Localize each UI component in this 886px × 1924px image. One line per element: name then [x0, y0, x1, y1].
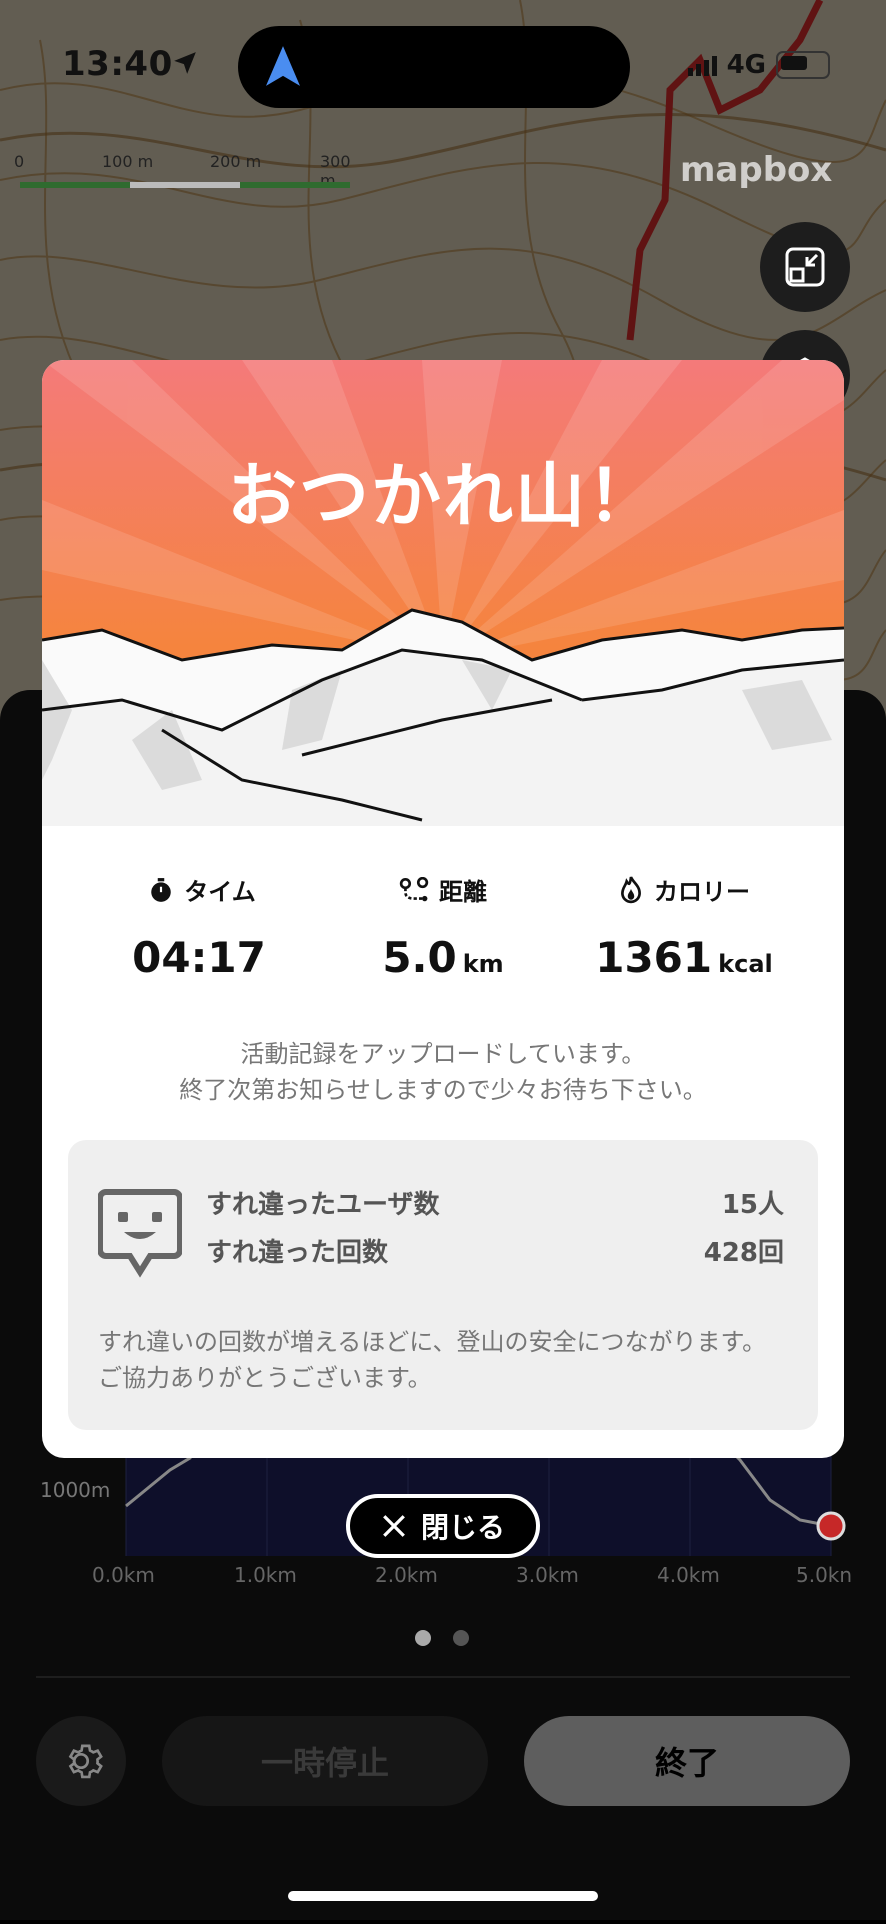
passby-count-label: すれ違った回数	[206, 1238, 389, 1268]
stat-label: タイム	[184, 878, 256, 906]
route-icon	[399, 876, 429, 901]
network-label: 4G	[726, 50, 766, 80]
status-bar: 13:40 4G	[0, 0, 886, 130]
passby-users-value: 15人	[721, 1190, 784, 1220]
modal-title: おつかれ山！	[227, 455, 659, 537]
mapbox-logo: mapbox	[680, 150, 833, 190]
pause-button[interactable]: 一時停止	[162, 1716, 488, 1806]
signal-icon	[687, 54, 717, 76]
end-button[interactable]: 終了	[524, 1716, 850, 1806]
status-indicators: 4G	[687, 50, 830, 80]
upload-message-line: 終了次第お知らせしますので少々お待ち下さい。	[179, 1076, 707, 1104]
completion-modal: おつかれ山！ タイム 04:17 距離 5.0 km カロリー 1361 kca…	[42, 360, 844, 1458]
passby-note: すれ違いの回数が増えるほどに、登山の安全につながります。ご協力ありがとうございま…	[98, 1328, 767, 1392]
close-button[interactable]: 閉じる	[346, 1494, 540, 1558]
scale-label: 0	[14, 152, 25, 171]
elevation-x-tick: 4.0km	[657, 1563, 720, 1587]
stat-value: 5.0	[382, 933, 457, 982]
settings-button[interactable]	[36, 1716, 126, 1806]
close-icon	[383, 1515, 405, 1537]
elevation-y-label: 1000m	[40, 1478, 111, 1502]
passby-face-icon	[98, 1189, 182, 1278]
page-dot[interactable]	[453, 1630, 469, 1646]
stat-unit: kcal	[718, 950, 773, 978]
stat-distance: 距離 5.0 km	[313, 872, 573, 982]
dynamic-island	[238, 26, 630, 108]
scale-label: 200 m	[210, 152, 262, 171]
stat-time: タイム 04:17	[72, 872, 332, 982]
page-dot-active[interactable]	[415, 1630, 431, 1646]
status-time: 13:40	[62, 44, 173, 84]
stat-value: 04:17	[132, 933, 266, 982]
scale-bar	[20, 182, 350, 188]
stopwatch-icon	[151, 877, 171, 902]
stat-calories: カロリー 1361 kcal	[554, 872, 814, 982]
current-position-marker	[816, 1511, 846, 1541]
collapse-icon	[785, 247, 825, 287]
hero-illustration	[42, 360, 844, 826]
battery-icon	[776, 51, 830, 79]
page-indicator[interactable]	[415, 1630, 469, 1646]
flame-icon	[621, 875, 641, 903]
location-arrow-icon	[174, 52, 196, 74]
scale-label: 100 m	[102, 152, 154, 171]
stat-unit: km	[462, 950, 504, 978]
upload-message: 活動記録をアップロードしています。 終了次第お知らせしますので少々お待ち下さい。	[42, 1036, 844, 1108]
passby-card: すれ違ったユーザ数 15人 すれ違った回数 428回 すれ違いの回数が増えるほど…	[68, 1140, 818, 1430]
upload-message-line: 活動記録をアップロードしています。	[240, 1040, 646, 1068]
passby-users-label: すれ違ったユーザ数	[206, 1190, 440, 1220]
passby-count-value: 428回	[703, 1238, 784, 1268]
stat-label: 距離	[439, 878, 487, 906]
activity-stats: タイム 04:17 距離 5.0 km カロリー 1361 kcal	[42, 872, 844, 992]
elevation-x-tick: 0.0km	[92, 1563, 155, 1587]
close-button-label: 閉じる	[420, 1511, 505, 1544]
elevation-x-tick: 1.0km	[234, 1563, 297, 1587]
divider	[36, 1676, 850, 1678]
home-indicator[interactable]	[288, 1891, 598, 1901]
fullscreen-toggle-button[interactable]	[760, 222, 850, 312]
elevation-x-tick: 5.0kn	[796, 1563, 853, 1587]
stat-value: 1361	[595, 933, 713, 982]
stat-label: カロリー	[654, 878, 750, 906]
navigation-arrow-icon	[266, 46, 300, 86]
elevation-x-tick: 3.0km	[516, 1563, 579, 1587]
elevation-x-tick: 2.0km	[375, 1563, 438, 1587]
gear-icon	[68, 1744, 103, 1779]
